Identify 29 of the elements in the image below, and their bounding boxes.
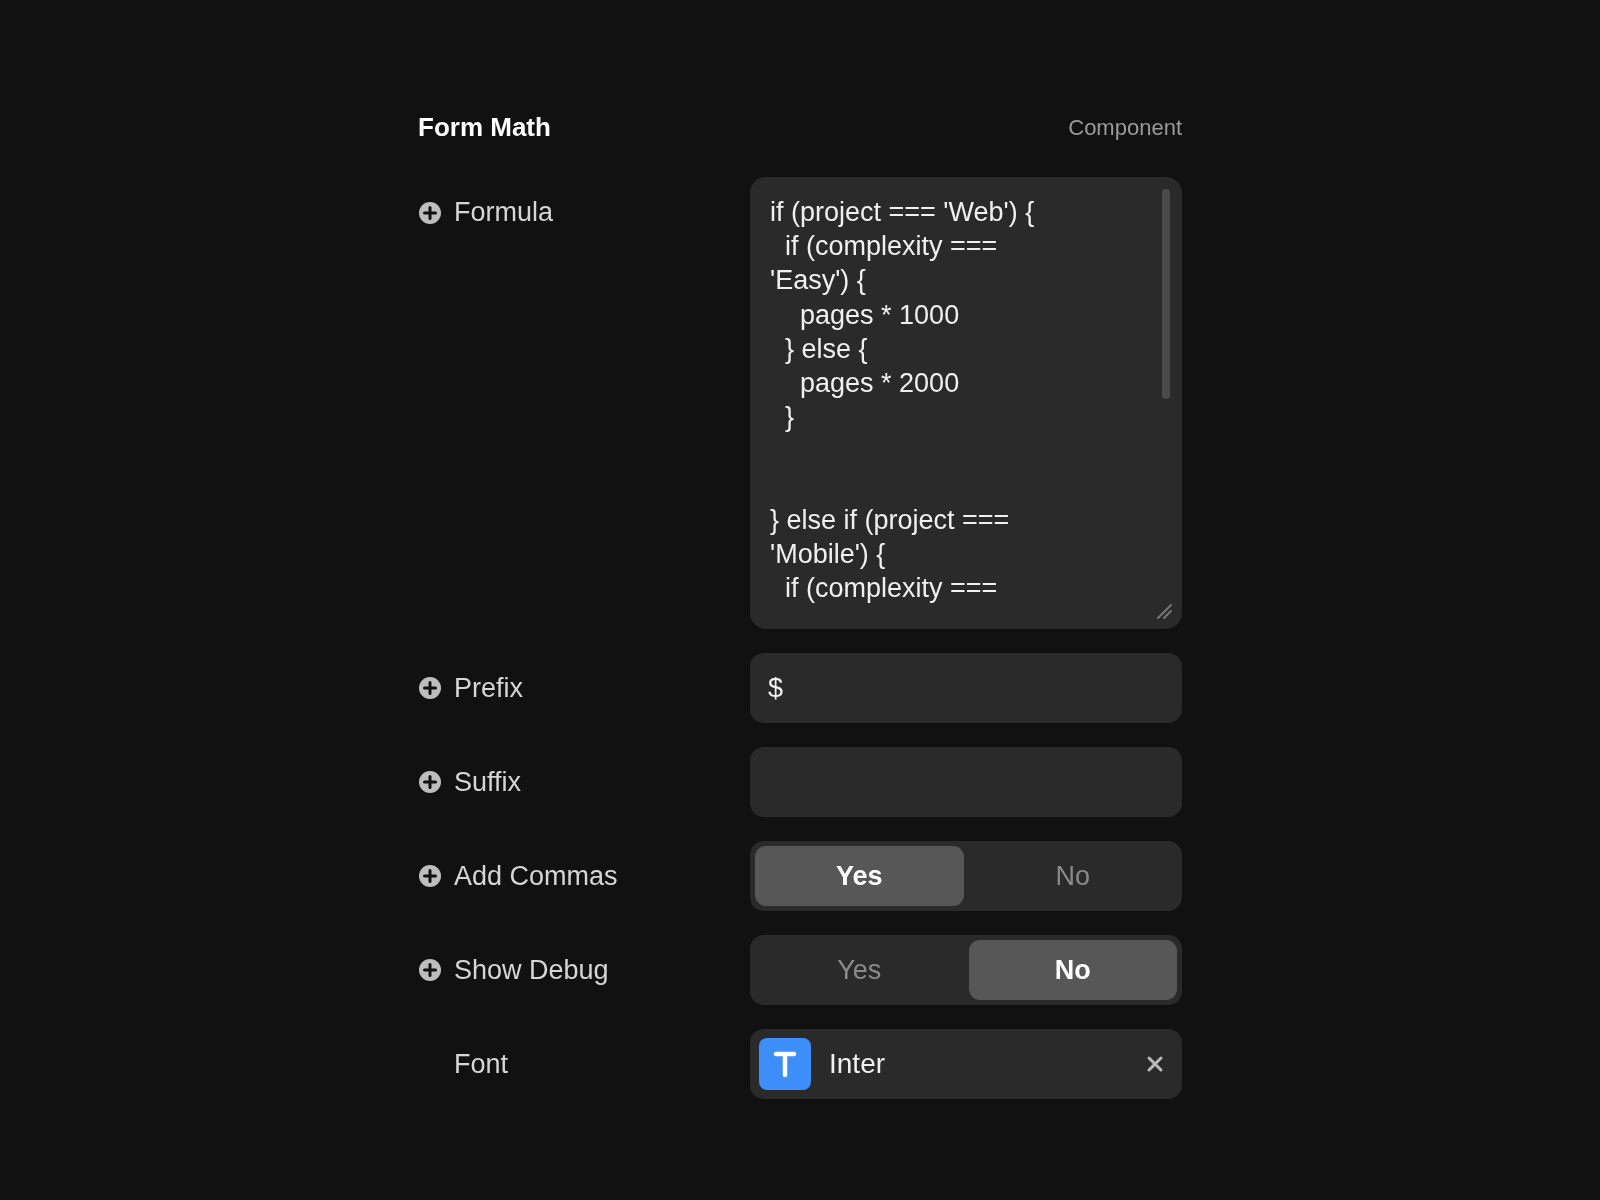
add-icon[interactable] [418, 864, 442, 888]
formula-code: if (project === 'Web') { if (complexity === 'Easy') { pages * 1000 } else { pages * 2000 } } else if (project === 'Mobile') { if (complexity === [770, 196, 1036, 606]
scrollbar[interactable] [1162, 189, 1170, 399]
type-icon [759, 1038, 811, 1090]
field-label: Suffix [454, 766, 522, 798]
option-button[interactable]: Yes [755, 940, 964, 1000]
option-button[interactable]: No [968, 846, 1177, 906]
field-label: Add Commas [454, 860, 618, 892]
field-label: Font [454, 1048, 509, 1080]
text-field[interactable]: $ [750, 653, 1182, 723]
code-editor[interactable]: if (project === 'Web') { if (complexity === 'Easy') { pages * 1000 } else { pages * 2000 } } else if (project === 'Mobile') { if (complexity === [750, 177, 1182, 629]
field-label: Prefix [454, 672, 524, 704]
add-icon[interactable] [418, 770, 442, 794]
field-label: Show Debug [454, 954, 609, 986]
font-picker[interactable]: Inter [750, 1029, 1182, 1099]
add-icon[interactable] [418, 676, 442, 700]
type-label: Component [1068, 114, 1182, 141]
resize-handle-icon[interactable] [1156, 603, 1172, 619]
text-field[interactable] [750, 747, 1182, 817]
option-button[interactable]: No [968, 940, 1177, 1000]
segmented-control[interactable]: Yes No [750, 841, 1182, 911]
add-icon[interactable] [418, 958, 442, 982]
segmented-control[interactable]: Yes No [750, 935, 1182, 1005]
close-icon[interactable] [1146, 1055, 1164, 1073]
font-name: Inter [829, 1048, 887, 1080]
field-label: Formula [454, 197, 554, 228]
option-button[interactable]: Yes [755, 846, 964, 906]
panel-title: Form Math [418, 112, 551, 143]
add-icon[interactable] [418, 200, 442, 225]
